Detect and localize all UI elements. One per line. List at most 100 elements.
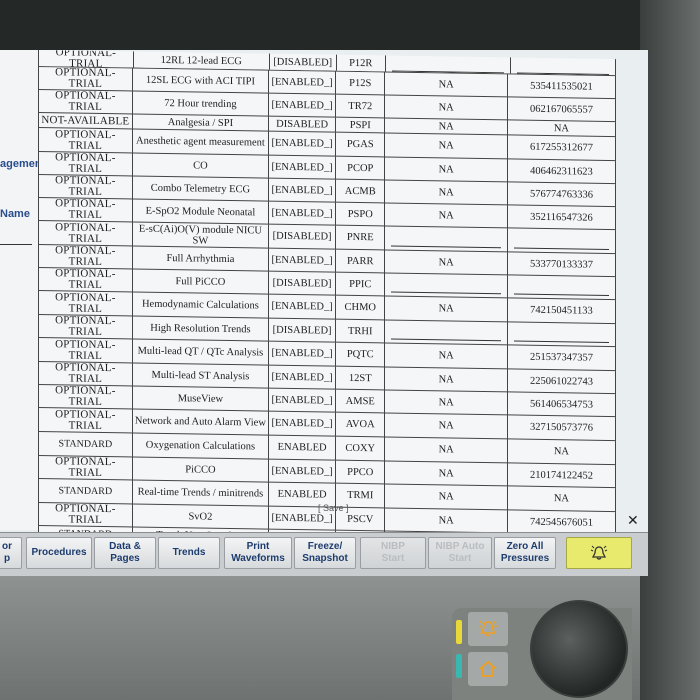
na-cell: NA [384,202,508,228]
divider [0,244,32,245]
type-cell: OPTIONAL-TRIAL [38,174,133,199]
feature-cell: Multi-lead QT / QTc Analysis [132,338,269,366]
status-cell: [DISABLED] [268,318,336,343]
na-cell: NA [384,436,508,463]
nibp-start-button[interactable]: NIBP Start [360,537,426,569]
trends-button[interactable]: Trends [158,537,220,569]
key-cell: 742545676051 [507,509,616,535]
na-cell: NA [384,483,508,510]
status-cell: [ENABLED_] [268,294,336,320]
code-cell: PARR [335,249,385,273]
alarm-silence-key[interactable] [468,612,508,646]
status-cell: [ENABLED_] [268,248,336,273]
status-cell: [DISABLED] [268,271,336,296]
left-panel-label: Name [0,208,30,220]
key-cell [507,274,616,300]
key-cell [507,227,616,254]
key-cell: NA [507,438,616,465]
status-cell: ENABLED [268,435,336,461]
type-cell: OPTIONAL-TRIAL [38,244,133,269]
key-cell: 225061022743 [507,368,616,394]
code-cell: TR72 [335,94,385,118]
status-cell: [ENABLED_] [268,70,336,95]
toolbar-button-partial[interactable]: or p [0,537,22,569]
code-cell: PQTC [335,342,385,367]
na-cell: NA [384,507,508,533]
type-cell: OPTIONAL-TRIAL [38,127,133,153]
type-cell: OPTIONAL-TRIAL [38,407,133,433]
home-icon [479,660,497,677]
na-cell: NA [384,342,508,369]
na-cell: NA [384,132,508,159]
data-pages-button[interactable]: Data & Pages [94,537,156,569]
code-cell: PPCO [335,460,385,484]
na-cell: NA [384,366,508,392]
type-cell: OPTIONAL-TRIAL [38,502,133,527]
key-cell: 561406534753 [507,391,616,417]
feature-cell: Network and Auto Alarm View [132,408,269,436]
feature-cell: High Resolution Trends [132,315,269,342]
save-button[interactable]: [ Save ] [318,503,349,513]
code-cell: TRHI [335,319,385,343]
key-cell: 742150451133 [507,297,616,324]
freeze-snapshot-button[interactable]: Freeze/ Snapshot [294,537,356,569]
status-cell: [ENABLED_] [268,93,336,118]
type-cell: NOT-AVAILABLE [38,112,133,129]
feature-cell: E-SpO2 Module Neonatal [132,198,269,225]
key-cell: 251537347357 [507,344,616,371]
alarm-bell-icon [478,620,498,637]
status-cell: [DISABLED] [268,224,336,250]
type-cell: OPTIONAL-TRIAL [38,151,133,176]
feature-cell: PiCCO [132,456,269,483]
key-cell: 535411535021 [507,73,616,99]
na-cell [384,225,508,252]
status-cell: [ENABLED_] [268,459,336,484]
type-cell: OPTIONAL-TRIAL [38,384,133,409]
alarm-button[interactable] [566,537,632,569]
key-cell: NA [507,485,616,512]
trim-knob[interactable] [530,600,628,698]
na-cell: NA [384,389,508,415]
status-cell: [ENABLED_] [268,388,336,413]
feature-cell: CO [132,152,269,179]
na-cell: NA [384,249,508,275]
nibp-auto-start-button[interactable]: NIBP Auto Start [428,537,492,569]
na-cell [384,319,508,345]
procedures-button[interactable]: Procedures [26,537,92,569]
type-cell: STANDARD [38,478,133,504]
feature-cell: MuseView [132,385,269,412]
na-cell [384,272,508,298]
type-cell: OPTIONAL-TRIAL [38,66,133,91]
type-cell: OPTIONAL-TRIAL [38,337,133,363]
home-key[interactable] [468,652,508,686]
feature-cell: Real-time Trends / minitrends [132,479,269,507]
type-cell: OPTIONAL-TRIAL [38,455,133,480]
code-cell: PSPO [335,202,385,226]
close-icon[interactable]: ✕ [627,512,639,529]
bottom-toolbar: or p Procedures Data & Pages Trends Prin… [0,532,648,576]
print-waveforms-button[interactable]: Print Waveforms [224,537,292,569]
feature-cell: 12SL ECG with ACI TIPI [132,67,269,94]
code-cell: PPIC [335,272,385,296]
key-cell: NA [507,119,616,137]
type-cell: OPTIONAL-TRIAL [38,197,133,222]
type-cell: STANDARD [38,431,133,457]
status-cell: [ENABLED_] [268,131,336,157]
key-cell: 406462311623 [507,158,616,184]
feature-cell: Multi-lead ST Analysis [132,362,269,389]
zero-all-pressures-button[interactable]: Zero All Pressures [494,537,556,569]
license-table-container: OPTIONAL-TRIAL 12RL 12-lead ECG [DISABLE… [38,50,634,575]
feature-cell: Hemodynamic Calculations [132,291,269,319]
type-cell: OPTIONAL-TRIAL [38,361,133,386]
na-cell: NA [384,179,508,205]
feature-cell: SvO2 [132,503,269,530]
key-cell [510,53,616,76]
status-cell: DISABLED [268,116,336,133]
key-cell: 327150573776 [507,414,616,441]
code-cell: PNRE [335,225,385,250]
na-cell: NA [384,460,508,486]
monitor-bezel-top [0,0,700,50]
code-cell: CHMO [335,295,385,320]
status-cell: [ENABLED_] [268,178,336,203]
feature-cell: Full Arrhythmia [132,245,269,272]
